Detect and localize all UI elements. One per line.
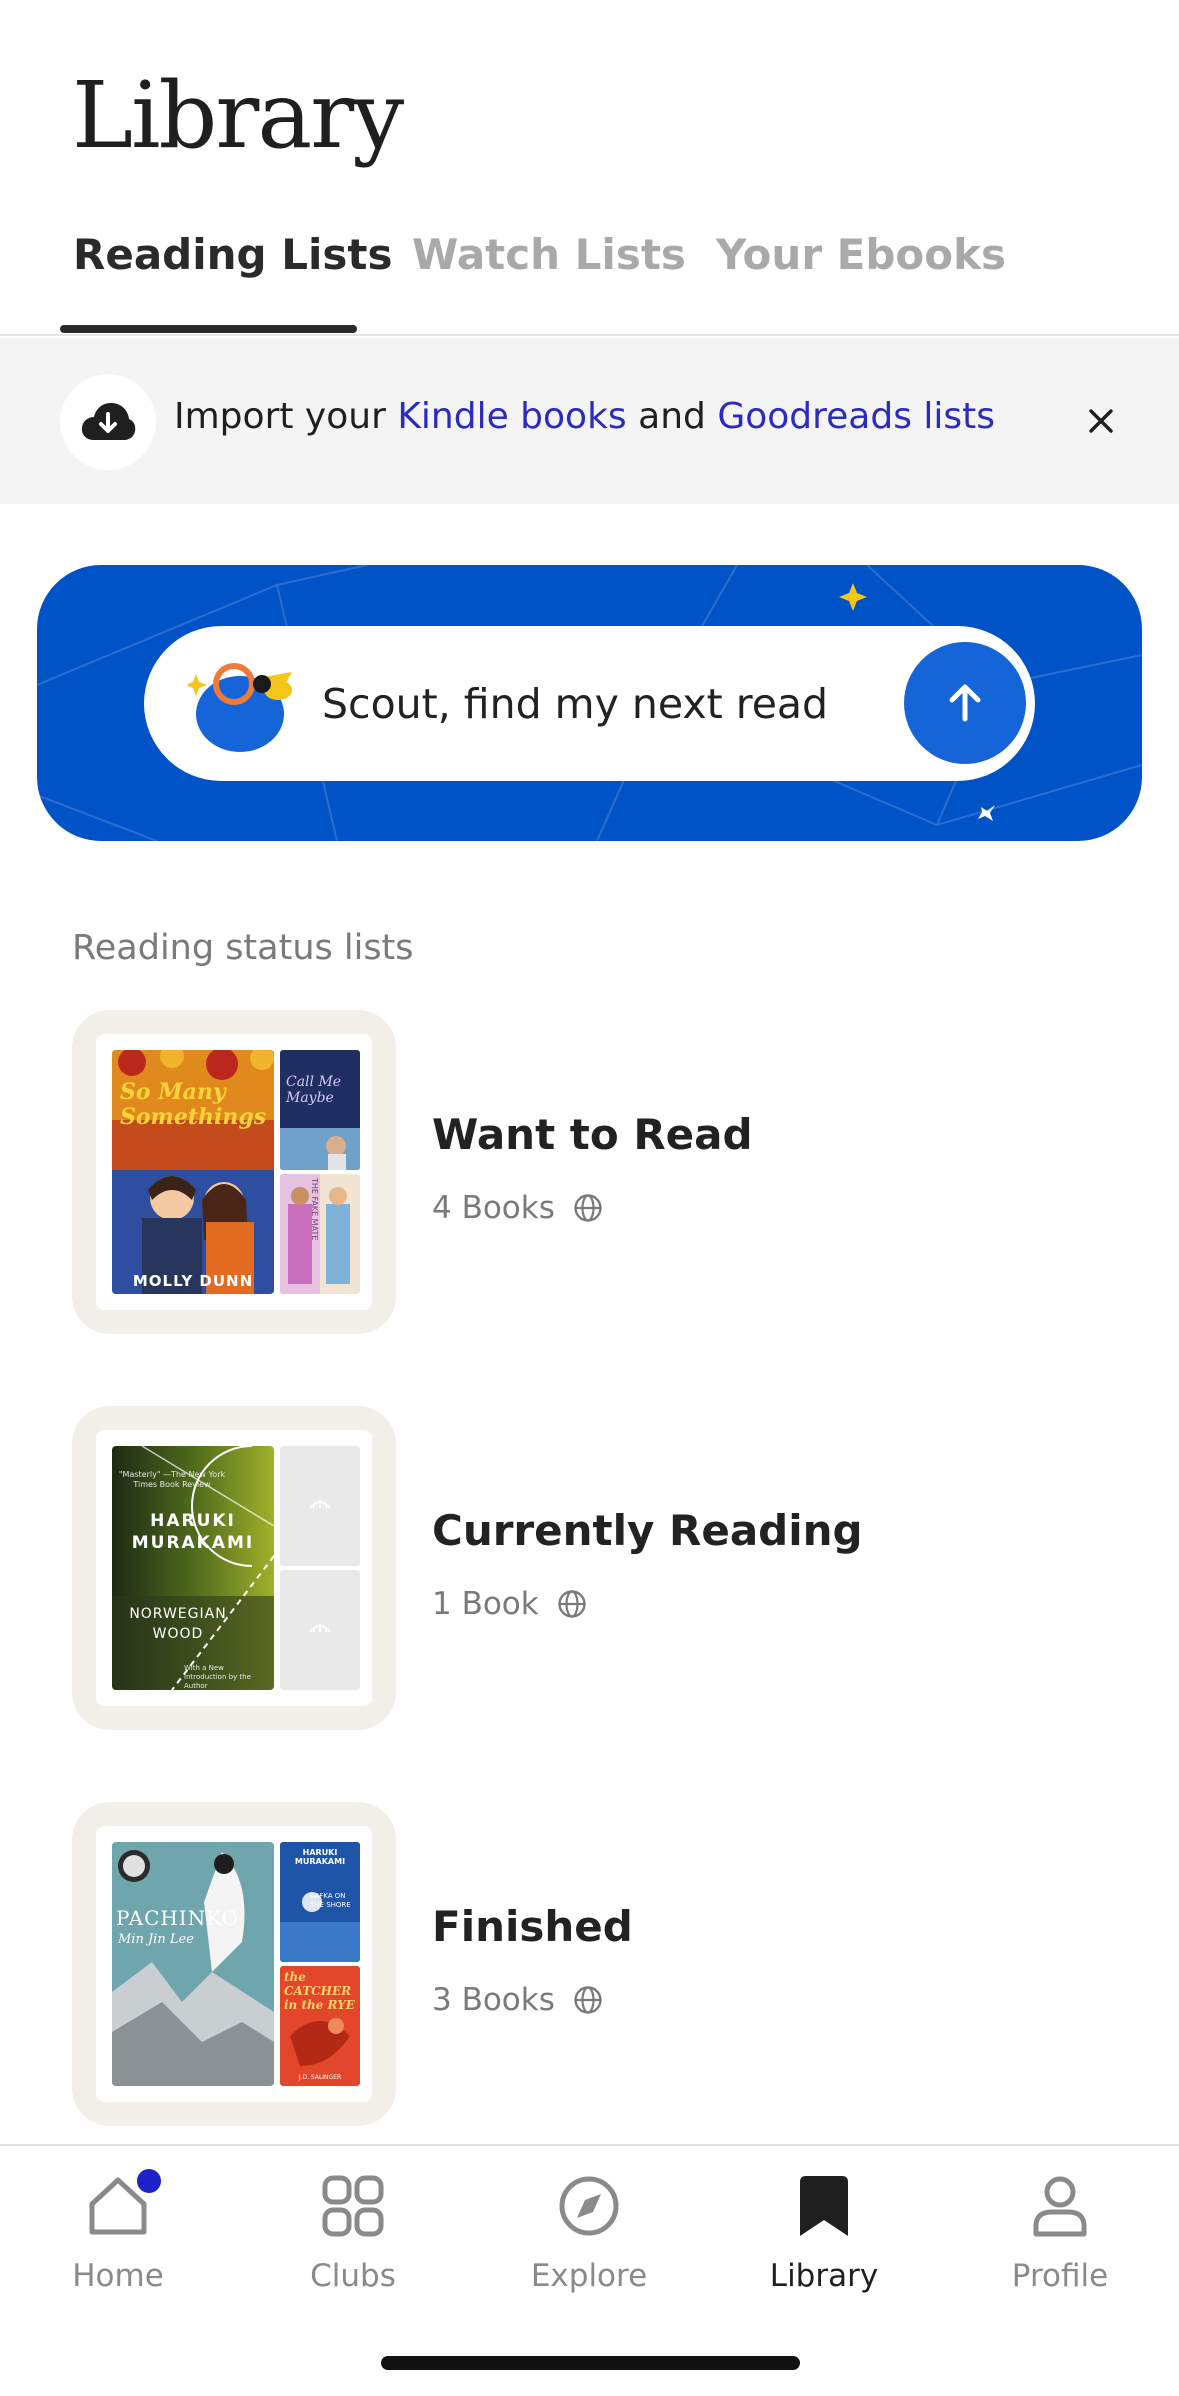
cover-title: the CATCHER in the RYE	[284, 1970, 355, 2012]
home-indicator	[381, 2356, 800, 2370]
book-count: 4 Books	[432, 1190, 555, 1226]
arrow-up-icon	[949, 684, 981, 722]
list-cover-collage: "Masterly" —The New York Times Book Revi…	[72, 1406, 396, 1730]
list-title: Finished	[432, 1902, 633, 1951]
list-title: Currently Reading	[432, 1506, 863, 1555]
goodreads-lists-link[interactable]: Goodreads lists	[717, 396, 995, 437]
tab-reading-lists[interactable]: Reading Lists	[73, 230, 392, 279]
cover-note: With a New Introduction by the Author	[184, 1664, 251, 1690]
cover-author: Min Jin Lee	[118, 1932, 194, 1947]
close-banner-button[interactable]	[1080, 400, 1122, 442]
nav-label: Library	[769, 2258, 879, 2294]
nav-clubs[interactable]: Clubs	[253, 2166, 453, 2294]
close-icon	[1089, 409, 1113, 433]
list-cover-collage: PACHINKO Min Jin Lee HARUKI MURAKAMI KAF…	[72, 1802, 396, 2126]
nav-label: Clubs	[310, 2258, 396, 2294]
empty-cover-placeholder	[280, 1446, 360, 1566]
nav-profile[interactable]: Profile	[960, 2166, 1160, 2294]
list-want-to-read[interactable]: So Many Somethings MOLLY DUNN Call Me Ma…	[0, 1010, 1179, 1340]
section-label: Reading status lists	[72, 928, 414, 968]
book-count: 1 Book	[432, 1586, 539, 1622]
scout-prompt-text: Scout, find my next read	[322, 680, 829, 728]
tab-watch-lists[interactable]: Watch Lists	[412, 230, 686, 279]
globe-icon	[558, 1590, 586, 1618]
book-count: 3 Books	[432, 1982, 555, 2018]
scout-search-bar[interactable]: Scout, find my next read	[144, 626, 1035, 781]
bookmark-icon	[800, 2176, 848, 2236]
book-cover: the CATCHER in the RYE J.D. SALINGER	[280, 1966, 360, 2086]
cover-author: HARUKI MURAKAMI	[131, 1511, 255, 1553]
scout-bird-icon	[188, 663, 292, 752]
book-cover: So Many Somethings MOLLY DUNN	[112, 1050, 274, 1294]
person-icon	[1033, 2176, 1087, 2237]
placeholder-icon	[309, 1500, 331, 1509]
list-meta: 3 Books	[432, 1982, 603, 2018]
cover-author: MOLLY DUNN	[132, 1272, 254, 1290]
list-cover-collage: So Many Somethings MOLLY DUNN Call Me Ma…	[72, 1010, 396, 1334]
list-finished[interactable]: PACHINKO Min Jin Lee HARUKI MURAKAMI KAF…	[0, 1802, 1179, 2132]
list-meta: 1 Book	[432, 1586, 587, 1622]
globe-icon	[574, 1986, 602, 2014]
cover-title: THE FAKE MATE	[310, 1178, 319, 1241]
cover-title: KAFKA ON THE SHORE	[310, 1892, 351, 1909]
cover-title: Call Me Maybe	[286, 1074, 342, 1106]
book-cover: HARUKI MURAKAMI KAFKA ON THE SHORE	[280, 1842, 360, 1962]
list-meta: 4 Books	[432, 1190, 603, 1226]
list-title: Want to Read	[432, 1110, 753, 1159]
scout-submit-button[interactable]	[904, 642, 1026, 764]
grid-icon	[322, 2175, 384, 2237]
import-banner[interactable]: Import your Kindle books and Goodreads l…	[0, 338, 1179, 504]
import-middle: and	[626, 396, 718, 437]
active-tab-indicator	[60, 325, 357, 333]
list-currently-reading[interactable]: "Masterly" —The New York Times Book Revi…	[0, 1406, 1179, 1736]
compass-icon	[559, 2176, 619, 2236]
nav-label: Profile	[1011, 2258, 1109, 2294]
notification-badge	[134, 2166, 164, 2196]
import-prefix: Import your	[174, 396, 398, 437]
kindle-books-link[interactable]: Kindle books	[397, 396, 626, 437]
cover-author: HARUKI MURAKAMI	[294, 1848, 346, 1866]
book-cover: Call Me Maybe	[280, 1050, 360, 1170]
globe-icon	[574, 1194, 602, 1222]
book-cover: "Masterly" —The New York Times Book Revi…	[112, 1446, 274, 1690]
book-cover: THE FAKE MATE	[280, 1174, 360, 1294]
cover-title: So Many Somethings	[120, 1079, 267, 1130]
page-title: Library	[72, 62, 404, 169]
nav-label: Home	[72, 2258, 164, 2294]
cover-blurb: "Masterly" —The New York Times Book Revi…	[118, 1470, 226, 1489]
tab-your-ebooks[interactable]: Your Ebooks	[716, 230, 1006, 279]
nav-home[interactable]: Home	[18, 2166, 218, 2294]
scout-card: Scout, find my next read	[37, 565, 1142, 841]
nav-label: Explore	[530, 2258, 648, 2294]
cover-author: J.D. SALINGER	[298, 2074, 342, 2081]
placeholder-icon	[309, 1624, 331, 1633]
import-icon-circle[interactable]	[60, 374, 156, 470]
import-message: Import your Kindle books and Goodreads l…	[174, 396, 995, 437]
cloud-download-icon	[81, 403, 136, 440]
cover-title: PACHINKO	[116, 1906, 240, 1930]
cover-title: NORWEGIAN WOOD	[129, 1606, 227, 1642]
book-cover: PACHINKO Min Jin Lee	[112, 1842, 274, 2086]
nav-library[interactable]: Library	[724, 2166, 924, 2294]
library-tabs: Reading Lists Watch Lists Your Ebooks	[0, 222, 1179, 336]
nav-explore[interactable]: Explore	[489, 2166, 689, 2294]
empty-cover-placeholder	[280, 1570, 360, 1690]
